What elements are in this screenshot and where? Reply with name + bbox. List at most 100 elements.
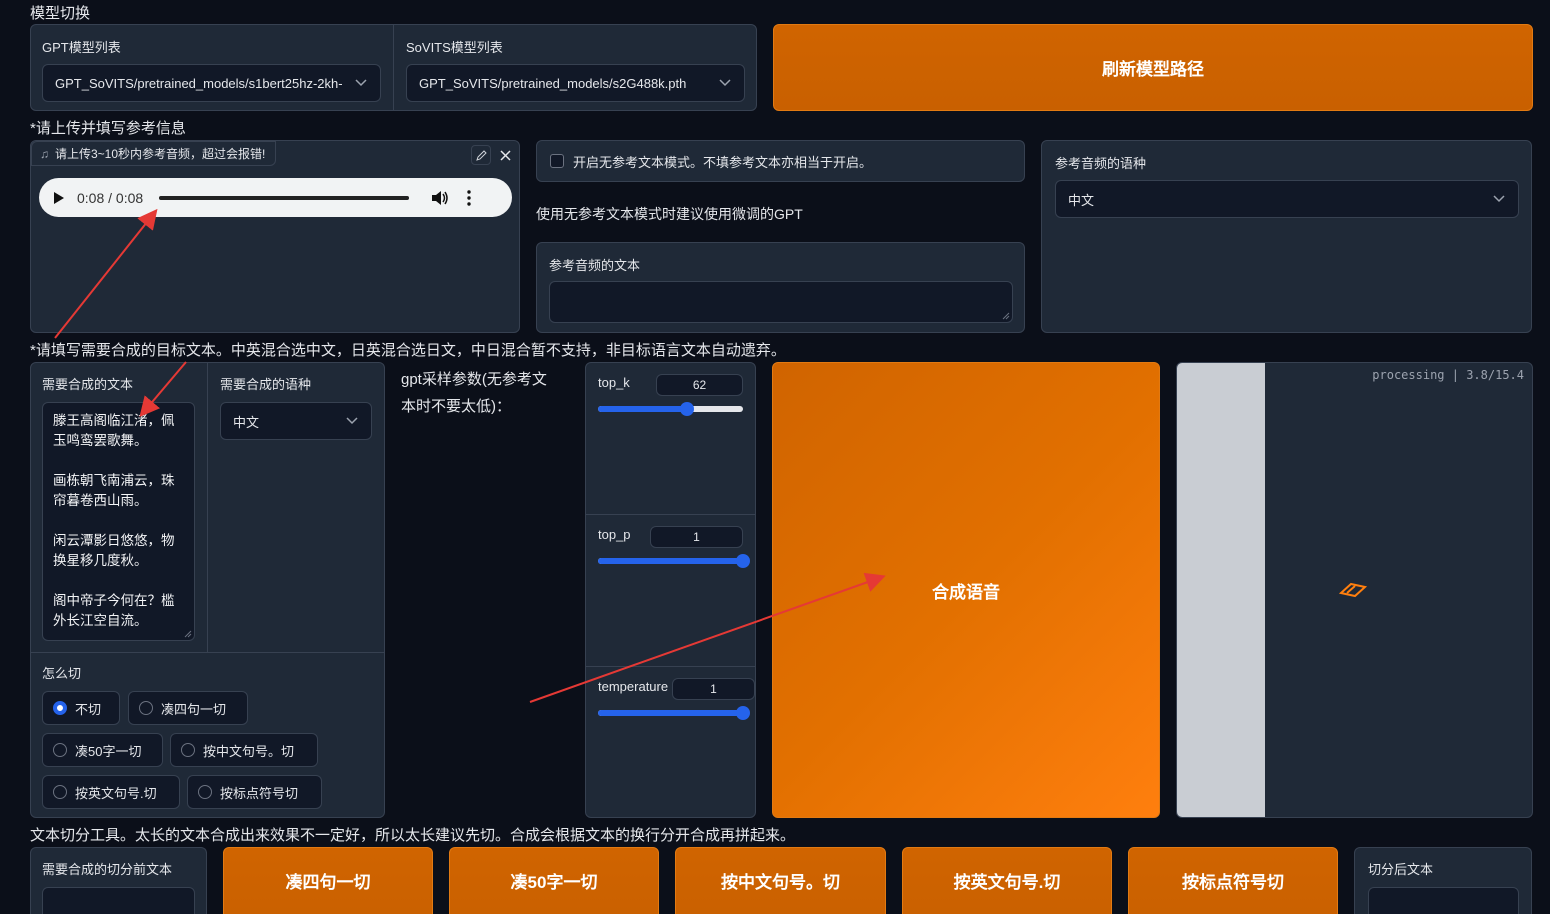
split-before-panel: 需要合成的切分前文本 <box>30 847 207 914</box>
ref-lang-dropdown[interactable]: 中文 <box>1055 180 1519 218</box>
gpt-model-dropdown[interactable]: GPT_SoVITS/pretrained_models/s1bert25hz-… <box>42 64 381 102</box>
split-chinese-period-button[interactable]: 按中文句号。切 <box>675 847 886 914</box>
sampling-label: gpt采样参数(无参考文 本时不要太低)： <box>401 366 571 420</box>
top-k-input[interactable]: 62 <box>656 374 743 396</box>
resize-handle-icon[interactable] <box>1002 312 1010 320</box>
ref-lang-value: 中文 <box>1068 192 1095 208</box>
cut-option-label: 凑四句一切 <box>161 701 227 717</box>
more-options-icon[interactable] <box>467 189 471 206</box>
divider <box>393 25 394 110</box>
cut-option-four-sentences[interactable]: 凑四句一切 <box>128 691 248 725</box>
cut-option-label: 按中文句号。切 <box>203 743 295 759</box>
cut-option-label: 不切 <box>75 701 102 717</box>
music-note-icon: ♫ <box>40 146 49 161</box>
cut-option-label: 按标点符号切 <box>220 785 299 801</box>
split-after-output <box>1368 887 1519 914</box>
target-text-line: 玉鸣鸾罢歌舞。 <box>53 433 148 448</box>
temperature-slider-fill <box>598 710 743 716</box>
edit-icon[interactable] <box>471 145 491 165</box>
volume-icon[interactable] <box>431 190 449 206</box>
target-text-label: 需要合成的文本 <box>42 377 134 392</box>
target-text-line: 换星移几度秋。 <box>53 553 148 568</box>
cut-option-chinese-period[interactable]: 按中文句号。切 <box>170 733 318 767</box>
model-switch-panel: GPT模型列表 GPT_SoVITS/pretrained_models/s1b… <box>30 24 757 111</box>
radio-dot <box>198 785 212 799</box>
refresh-model-button[interactable]: 刷新模型路径 <box>773 24 1533 111</box>
ref-text-input[interactable] <box>549 281 1013 323</box>
audio-progress-fill <box>159 195 410 200</box>
sovits-model-value: GPT_SoVITS/pretrained_models/s2G488k.pth <box>419 75 687 91</box>
target-text-line: 阁中帝子今何在？槛 <box>53 593 175 608</box>
top-p-input[interactable]: 1 <box>650 526 743 548</box>
target-lang-label: 需要合成的语种 <box>220 377 312 392</box>
divider <box>586 666 755 667</box>
target-text-line: 外长江空自流。 <box>53 613 148 628</box>
top-k-slider[interactable] <box>598 402 743 416</box>
ref-lang-panel: 参考音频的语种 中文 <box>1041 140 1532 333</box>
model-switch-title: 模型切换 <box>30 5 91 22</box>
no-ref-checkbox[interactable] <box>550 154 564 168</box>
audio-progress-bar[interactable] <box>159 195 410 200</box>
top-k-slider-thumb[interactable] <box>680 402 695 416</box>
top-k-label: top_k <box>598 375 630 390</box>
ref-lang-label: 参考音频的语种 <box>1055 156 1147 171</box>
resize-handle-icon[interactable] <box>184 630 192 638</box>
divider <box>31 652 384 653</box>
ref-text-panel: 参考音频的文本 <box>536 242 1025 333</box>
reference-audio-panel: ♫ 请上传3~10秒内参考音频，超过会报错! 0:08 / 0:08 <box>30 140 520 333</box>
split-fifty-chars-button[interactable]: 凑50字一切 <box>449 847 659 914</box>
target-text-panel: 需要合成的文本 滕王高阁临江渚，佩 玉鸣鸾罢歌舞。 画栋朝飞南浦云，珠 帘暮卷西山雨。… <box>30 362 385 818</box>
top-p-label: top_p <box>598 527 631 542</box>
top-k-slider-fill <box>598 406 688 412</box>
target-text-line: 帘暮卷西山雨。 <box>53 493 148 508</box>
split-english-period-button[interactable]: 按英文句号.切 <box>902 847 1112 914</box>
sampling-label-line: 本时不要太低)： <box>401 398 511 415</box>
cut-option-label: 凑50字一切 <box>75 743 142 759</box>
split-after-panel: 切分后文本 <box>1354 847 1532 914</box>
target-title: *请填写需要合成的目标文本。中英混合选中文，日英混合选日文，中日混合暂不支持，非… <box>30 342 786 359</box>
no-ref-checkbox-label: 开启无参考文本模式。不填参考文本亦相当于开启。 <box>573 154 873 170</box>
target-text-input[interactable]: 滕王高阁临江渚，佩 玉鸣鸾罢歌舞。 画栋朝飞南浦云，珠 帘暮卷西山雨。 闲云潭影日悠悠，… <box>42 402 195 641</box>
top-p-slider-thumb[interactable] <box>736 554 750 568</box>
audio-player: 0:08 / 0:08 <box>39 178 512 217</box>
split-before-input[interactable] <box>42 887 195 914</box>
temperature-slider-thumb[interactable] <box>736 706 750 720</box>
synthesize-button[interactable]: 合成语音 <box>772 362 1160 818</box>
radio-dot <box>53 785 67 799</box>
no-ref-mode-panel: 开启无参考文本模式。不填参考文本亦相当于开启。 <box>536 140 1025 182</box>
close-icon[interactable] <box>495 145 515 165</box>
divider <box>586 514 755 515</box>
target-text-line: 闲云潭影日悠悠，物 <box>53 533 175 548</box>
gpt-model-label: GPT模型列表 <box>42 40 121 55</box>
chevron-down-icon <box>345 414 359 428</box>
cut-option-punctuation[interactable]: 按标点符号切 <box>187 775 322 809</box>
target-text-line <box>53 511 184 531</box>
sampling-panel: top_k 62 top_p 1 temperature 1 <box>585 362 756 818</box>
chevron-down-icon <box>1492 192 1506 206</box>
sampling-label-line: gpt采样参数(无参考文 <box>401 371 547 388</box>
split-after-label: 切分后文本 <box>1368 862 1434 877</box>
target-text-content: 滕王高阁临江渚，佩 玉鸣鸾罢歌舞。 画栋朝飞南浦云，珠 帘暮卷西山雨。 闲云潭影日悠悠，… <box>53 411 184 631</box>
sovits-model-dropdown[interactable]: GPT_SoVITS/pretrained_models/s2G488k.pth <box>406 64 745 102</box>
play-icon[interactable] <box>53 191 67 205</box>
sovits-model-label: SoVITS模型列表 <box>406 40 503 55</box>
target-text-line: 画栋朝飞南浦云，珠 <box>53 473 175 488</box>
split-four-sentences-button[interactable]: 凑四句一切 <box>223 847 433 914</box>
temperature-slider[interactable] <box>598 706 750 720</box>
temperature-input[interactable]: 1 <box>672 678 755 700</box>
cut-option-english-period[interactable]: 按英文句号.切 <box>42 775 180 809</box>
ref-text-label: 参考音频的文本 <box>549 258 641 273</box>
reference-title: *请上传并填写参考信息 <box>30 120 186 137</box>
top-p-slider[interactable] <box>598 554 750 568</box>
target-lang-dropdown[interactable]: 中文 <box>220 402 372 440</box>
radio-dot <box>139 701 153 715</box>
split-punctuation-button[interactable]: 按标点符号切 <box>1128 847 1338 914</box>
radio-dot <box>53 701 67 715</box>
split-before-label: 需要合成的切分前文本 <box>42 862 173 877</box>
loading-spinner-icon <box>1338 581 1368 602</box>
radio-dot <box>181 743 195 757</box>
target-text-line <box>53 451 184 471</box>
target-lang-value: 中文 <box>233 414 260 430</box>
cut-option-fifty-chars[interactable]: 凑50字一切 <box>42 733 163 767</box>
cut-option-none[interactable]: 不切 <box>42 691 120 725</box>
